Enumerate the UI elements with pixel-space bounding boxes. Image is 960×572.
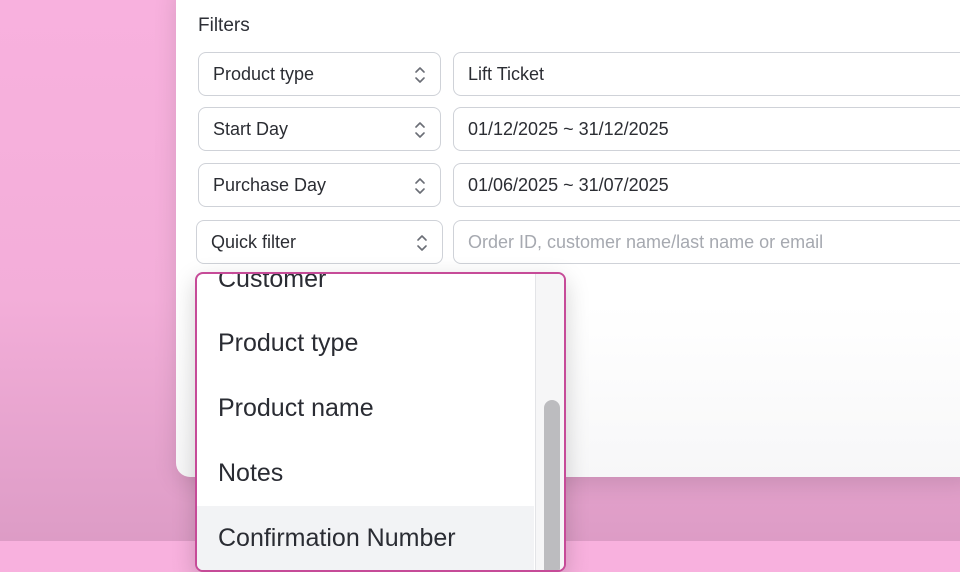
select-label: Quick filter [211, 231, 297, 252]
input-value: 01/12/2025 ~ 31/12/2025 [468, 118, 669, 139]
chevron-up-down-icon [415, 67, 425, 83]
select-label: Start Day [213, 118, 289, 139]
input-value: Lift Ticket [468, 63, 545, 84]
dropdown-option-product-name[interactable]: Product name [197, 376, 534, 440]
field-dropdown-list[interactable]: Customer Product type Product name Notes… [195, 272, 566, 572]
quick-filter-search-input[interactable] [453, 220, 960, 264]
dropdown-option-notes[interactable]: Notes [197, 441, 534, 505]
filter-field-select-start-day[interactable]: Start Day [198, 107, 441, 151]
dropdown-option-confirmation-number[interactable]: Confirmation Number [197, 506, 534, 570]
filter-row-quick-filter: Quick filter [196, 220, 960, 264]
filter-field-select-quick-filter[interactable]: Quick filter [196, 220, 443, 264]
product-type-value-input[interactable]: Lift Ticket [453, 52, 960, 96]
quick-filter-text-input[interactable] [468, 231, 960, 253]
chevron-up-down-icon [415, 122, 425, 138]
filters-title: Filters [198, 15, 250, 36]
filter-field-select-product-type[interactable]: Product type [198, 52, 441, 96]
start-day-range-input[interactable]: 01/12/2025 ~ 31/12/2025 [453, 107, 960, 151]
dropdown-option-product-type[interactable]: Product type [197, 311, 534, 375]
filter-row-start-day: Start Day 01/12/2025 ~ 31/12/2025 [198, 107, 960, 151]
chevron-up-down-icon [417, 235, 427, 251]
dropdown-option-customer[interactable]: Customer [197, 274, 534, 311]
filter-row-purchase-day: Purchase Day 01/06/2025 ~ 31/07/2025 [198, 163, 960, 207]
filter-row-product-type: Product type Lift Ticket [198, 52, 960, 96]
select-label: Purchase Day [213, 174, 327, 195]
purchase-day-range-input[interactable]: 01/06/2025 ~ 31/07/2025 [453, 163, 960, 207]
select-label: Product type [213, 63, 315, 84]
dropdown-scrollbar-thumb[interactable] [544, 400, 560, 570]
filter-field-select-purchase-day[interactable]: Purchase Day [198, 163, 441, 207]
input-value: 01/06/2025 ~ 31/07/2025 [468, 174, 669, 195]
chevron-up-down-icon [415, 178, 425, 194]
dropdown-scrollbar-track[interactable] [535, 274, 564, 570]
